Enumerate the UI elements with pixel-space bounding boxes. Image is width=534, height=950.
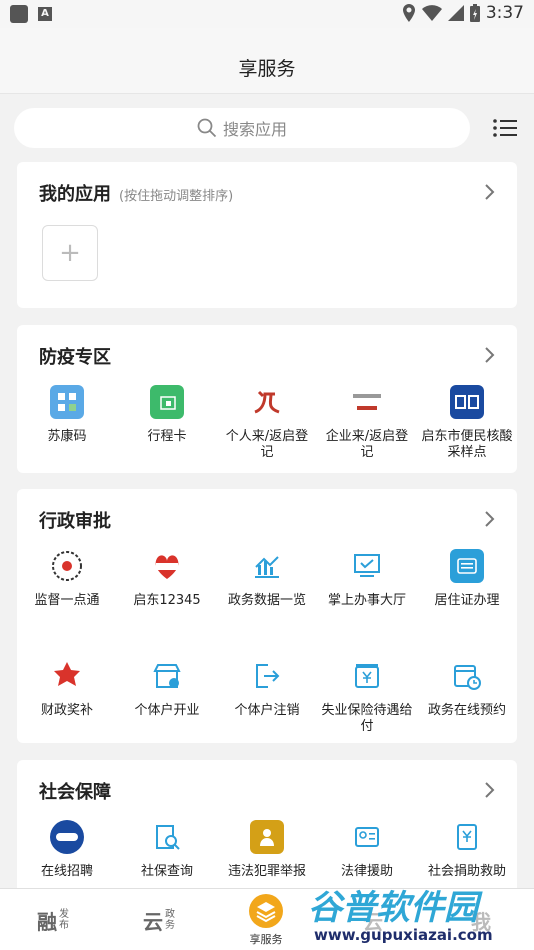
tab-rong-publish[interactable]: 融 发 布 [0, 889, 106, 950]
insurance-yen-icon [350, 659, 384, 693]
shop-open-icon [150, 659, 184, 693]
app-item-nucleic-sampling[interactable]: 启东市便民核酸采样点 [417, 385, 517, 495]
calendar-clock-icon [450, 659, 484, 693]
enterprise-register-icon [350, 385, 384, 419]
chevron-right-icon[interactable] [483, 182, 497, 202]
section-title: 行政审批 [39, 511, 111, 532]
plus-icon: + [59, 238, 81, 268]
app-item-enterprise-return[interactable]: 企业来/返启登记 [317, 385, 417, 495]
social-security-search-icon [150, 820, 184, 854]
app-item-travel-card[interactable]: 行程卡 [117, 385, 217, 495]
search-placeholder: 搜索应用 [222, 120, 287, 139]
app-item-shop-open[interactable]: 个体户开业 [117, 659, 217, 769]
chevron-right-icon[interactable] [483, 345, 497, 365]
app-item-online-booking[interactable]: 政务在线预约 [417, 659, 517, 769]
logout-arrow-icon [250, 659, 284, 693]
section-title: 防疫专区 [39, 347, 111, 368]
wifi-icon [421, 5, 442, 21]
services-layers-icon [249, 894, 283, 928]
legal-aid-icon [350, 820, 384, 854]
battery-icon [469, 4, 480, 22]
app-item-mobile-hall[interactable]: 掌上办事大厅 [317, 549, 417, 659]
clock: 3:37 [485, 3, 524, 23]
my-apps-hint: (按住拖动调整排序) [119, 189, 234, 204]
add-app-button[interactable]: + [42, 225, 98, 281]
search-input[interactable]: 搜索应用 [14, 108, 470, 148]
recruit-icon [50, 820, 84, 854]
signal-icon [447, 5, 464, 21]
watermark-url: www.gupuxiazai.com [314, 926, 493, 944]
app-item-hotline-12345[interactable]: 启东12345 [117, 549, 217, 659]
list-menu-icon[interactable] [492, 118, 518, 138]
monitor-check-icon [350, 549, 384, 583]
residence-card-icon [450, 549, 484, 583]
return-register-icon [250, 385, 284, 419]
section-epidemic: 防疫专区 苏康码 行程卡 个人来/返启登记 企业来/返启登记 启东市便民核酸采样… [17, 325, 517, 473]
finance-award-icon [50, 659, 84, 693]
my-apps-card: 我的应用 (按住拖动调整排序) + [17, 162, 517, 308]
notification-a-icon: A [38, 7, 52, 21]
donation-icon [450, 820, 484, 854]
app-item-supervision[interactable]: 监督一点通 [17, 549, 117, 659]
notification-icon [10, 5, 28, 23]
title-bar: 享服务 [0, 28, 534, 94]
watermark-brand: 谷普软件园 [308, 888, 478, 928]
section-admin-approval: 行政审批 监督一点通 启东12345 政务数据一览 掌上办事大厅 居住证办理 财… [17, 489, 517, 743]
app-item-shop-close[interactable]: 个体户注销 [217, 659, 317, 769]
section-title: 社会保障 [39, 782, 111, 803]
sukang-qr-icon [50, 385, 84, 419]
app-item-personal-return[interactable]: 个人来/返启登记 [217, 385, 317, 495]
tab-cloud-gov[interactable]: 云 政 务 [106, 889, 212, 950]
chevron-right-icon[interactable] [483, 780, 497, 800]
supervision-qr-icon [50, 549, 84, 583]
app-item-finance-award[interactable]: 财政奖补 [17, 659, 117, 769]
notice-icon [450, 385, 484, 419]
hotline-12345-icon [150, 549, 184, 583]
app-item-residence-permit[interactable]: 居住证办理 [417, 549, 517, 659]
report-icon [250, 820, 284, 854]
page-title: 享服务 [238, 58, 296, 80]
app-item-sukangma[interactable]: 苏康码 [17, 385, 117, 495]
my-apps-title: 我的应用 (按住拖动调整排序) [39, 184, 234, 205]
travel-card-icon [150, 385, 184, 419]
watermark: 谷普软件园 www.gupuxiazai.com [300, 880, 534, 950]
location-icon [402, 4, 415, 22]
chevron-right-icon[interactable] [483, 509, 497, 529]
app-item-unemployment[interactable]: 失业保险待遇给付 [317, 659, 417, 769]
search-icon [197, 118, 217, 138]
app-item-gov-data[interactable]: 政务数据一览 [217, 549, 317, 659]
status-bar: A 3:37 [0, 0, 534, 28]
data-chart-icon [250, 549, 284, 583]
